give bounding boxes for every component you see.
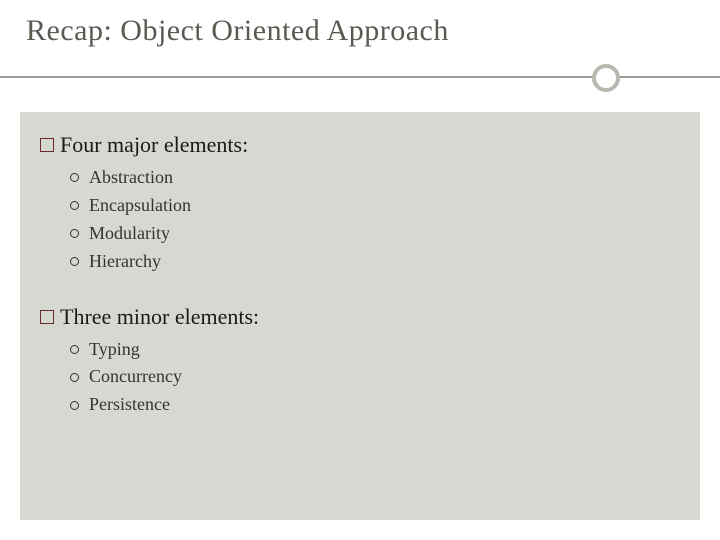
- section-label: Four major elements:: [60, 132, 248, 158]
- section-heading: Three minor elements:: [40, 304, 680, 330]
- list-item: Hierarchy: [70, 248, 680, 276]
- title-region: Recap: Object Oriented Approach: [0, 0, 720, 58]
- circle-bullet-icon: [70, 229, 79, 238]
- page-title: Recap: Object Oriented Approach: [26, 14, 694, 48]
- divider: [0, 58, 720, 98]
- circle-bullet-icon: [70, 173, 79, 182]
- list-item: Typing: [70, 336, 680, 364]
- item-text: Concurrency: [89, 363, 182, 391]
- list-item: Modularity: [70, 220, 680, 248]
- list-item: Concurrency: [70, 363, 680, 391]
- item-text: Modularity: [89, 220, 170, 248]
- content-panel: Four major elements: Abstraction Encapsu…: [20, 112, 700, 520]
- circle-bullet-icon: [70, 201, 79, 210]
- section-label: Three minor elements:: [60, 304, 259, 330]
- section-heading: Four major elements:: [40, 132, 680, 158]
- item-text: Encapsulation: [89, 192, 191, 220]
- slide: Recap: Object Oriented Approach Four maj…: [0, 0, 720, 540]
- item-text: Typing: [89, 336, 140, 364]
- circle-bullet-icon: [70, 373, 79, 382]
- square-bullet-icon: [40, 138, 54, 152]
- square-bullet-icon: [40, 310, 54, 324]
- circle-bullet-icon: [70, 345, 79, 354]
- circle-bullet-icon: [70, 257, 79, 266]
- item-text: Abstraction: [89, 164, 173, 192]
- item-text: Hierarchy: [89, 248, 161, 276]
- list-item: Persistence: [70, 391, 680, 419]
- item-text: Persistence: [89, 391, 170, 419]
- circle-bullet-icon: [70, 401, 79, 410]
- item-list: Typing Concurrency Persistence: [70, 336, 680, 420]
- item-list: Abstraction Encapsulation Modularity Hie…: [70, 164, 680, 276]
- list-item: Abstraction: [70, 164, 680, 192]
- list-item: Encapsulation: [70, 192, 680, 220]
- ring-icon: [592, 64, 620, 92]
